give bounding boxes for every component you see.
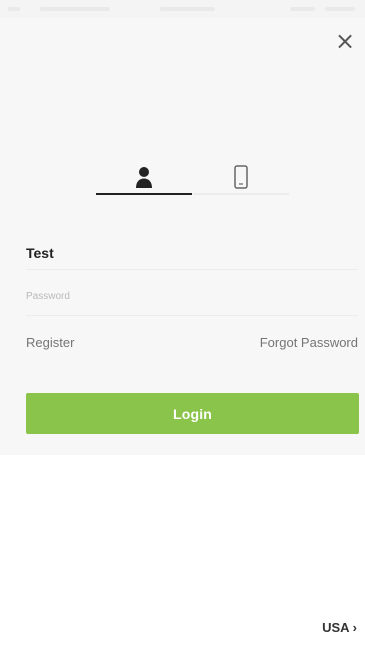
phone-icon — [234, 165, 248, 189]
login-button[interactable]: Login — [26, 393, 359, 434]
tab-user[interactable] — [96, 157, 192, 197]
username-value: Test — [26, 245, 54, 261]
status-indicator — [160, 7, 215, 11]
close-button[interactable]: × — [331, 27, 359, 55]
login-screen: × Test Register Forgot Password Login US… — [0, 0, 365, 654]
status-indicator — [325, 7, 355, 11]
password-divider — [26, 315, 358, 316]
status-indicator — [290, 7, 315, 11]
status-indicator — [8, 7, 20, 11]
tab-phone[interactable] — [193, 157, 289, 197]
status-indicator — [40, 7, 110, 11]
user-icon — [136, 167, 152, 188]
tab-underline-inactive — [193, 193, 289, 195]
register-link[interactable]: Register — [26, 334, 74, 352]
username-field[interactable]: Test — [26, 243, 358, 267]
login-panel — [0, 0, 365, 455]
forgot-password-link[interactable]: Forgot Password — [260, 334, 358, 352]
region-selector[interactable]: USA › — [322, 619, 357, 637]
tab-underline-active — [96, 193, 192, 195]
username-divider — [26, 269, 358, 270]
password-field[interactable] — [26, 287, 358, 305]
status-bar — [0, 0, 365, 18]
